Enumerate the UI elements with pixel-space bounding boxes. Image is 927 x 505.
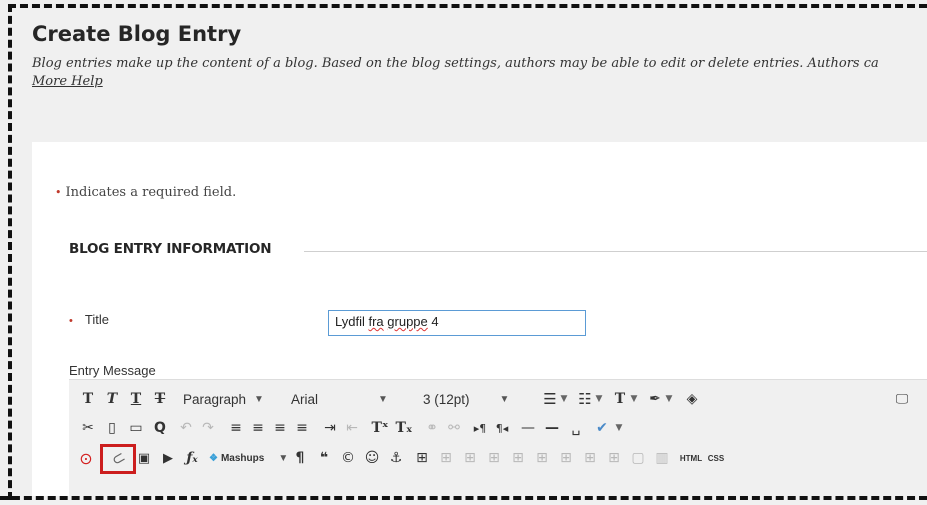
main-content: Create Blog Entry Blog entries make up t… bbox=[14, 10, 927, 496]
strikethrough-button[interactable]: T bbox=[149, 388, 171, 410]
italic-button[interactable]: T bbox=[101, 388, 123, 410]
paragraph-dropdown[interactable]: Paragraph ▼ bbox=[183, 388, 264, 410]
add-content-icon[interactable]: ⊙ bbox=[75, 447, 97, 469]
copy-icon[interactable]: ▯ bbox=[101, 417, 123, 439]
required-marker: • bbox=[55, 186, 62, 199]
align-right-icon[interactable]: ≡ bbox=[269, 417, 291, 439]
outdent-icon[interactable]: ⇤ bbox=[341, 417, 363, 439]
title-input[interactable]: Lydfil fra gruppe 4 bbox=[328, 310, 586, 336]
attach-file-highlight bbox=[100, 444, 136, 474]
required-note: • Indicates a required field. bbox=[55, 185, 236, 200]
media-icon[interactable]: ▶ bbox=[157, 447, 179, 469]
split-cells-icon[interactable]: ▢ bbox=[627, 447, 649, 469]
page-title: Create Blog Entry bbox=[32, 22, 242, 46]
mashups-icon: ❖ bbox=[209, 452, 218, 464]
undo-icon[interactable]: ↶ bbox=[175, 417, 197, 439]
table-cell-props-icon[interactable]: ⊞ bbox=[459, 447, 481, 469]
superscript-icon[interactable]: Tˣ bbox=[369, 417, 391, 439]
chevron-down-icon[interactable]: ▼ bbox=[558, 388, 570, 410]
dashed-border-top bbox=[8, 4, 927, 8]
chevron-down-icon[interactable]: ▼ bbox=[593, 388, 605, 410]
emoticon-icon[interactable]: ☺ bbox=[361, 447, 383, 469]
dashed-border-bottom bbox=[0, 496, 927, 500]
paragraph-mark-icon[interactable]: ¶ bbox=[289, 447, 311, 469]
preview-icon[interactable]: 🖵 bbox=[891, 388, 913, 410]
chevron-down-icon: ▼ bbox=[378, 393, 388, 405]
delete-col-icon[interactable]: ⊞ bbox=[603, 447, 625, 469]
insert-col-before-icon[interactable]: ⊞ bbox=[555, 447, 577, 469]
font-size-dropdown-label: 3 (12pt) bbox=[423, 391, 470, 407]
page-description: Blog entries make up the content of a bl… bbox=[32, 56, 879, 71]
required-note-text: Indicates a required field. bbox=[65, 185, 237, 200]
rtl-icon[interactable]: ¶◂ bbox=[491, 417, 513, 439]
required-marker: • bbox=[69, 315, 73, 327]
title-value-part: 4 bbox=[427, 314, 439, 329]
delete-row-icon[interactable]: ⊞ bbox=[531, 447, 553, 469]
blockquote-icon[interactable]: ❝ bbox=[313, 447, 335, 469]
justify-icon[interactable]: ≡ bbox=[291, 417, 313, 439]
chevron-down-icon[interactable]: ▼ bbox=[613, 417, 625, 439]
font-dropdown-label: Arial bbox=[291, 391, 319, 407]
editor-toolbar: T T T T Paragraph ▼ Arial ▼ 3 (12pt) ▼ ☰ ▼ … bbox=[69, 379, 927, 496]
dashed-border-left bbox=[8, 4, 12, 500]
merge-cells-icon[interactable]: ▥ bbox=[651, 447, 673, 469]
clear-format-icon[interactable]: ◈ bbox=[681, 388, 703, 410]
redo-icon[interactable]: ↷ bbox=[197, 417, 219, 439]
insert-table-icon[interactable]: ⊞ bbox=[411, 447, 433, 469]
cut-icon[interactable]: ✂ bbox=[77, 417, 99, 439]
css-button[interactable]: CSS bbox=[705, 447, 727, 469]
math-formula-icon[interactable]: ƒₓ bbox=[181, 447, 203, 469]
chevron-down-icon: ▼ bbox=[254, 393, 264, 405]
insert-row-after-icon[interactable]: ⊞ bbox=[507, 447, 529, 469]
more-help-link[interactable]: More Help bbox=[32, 74, 103, 89]
entry-message-label: Entry Message bbox=[69, 363, 156, 378]
insert-row-before-icon[interactable]: ⊞ bbox=[483, 447, 505, 469]
indent-icon[interactable]: ⇥ bbox=[319, 417, 341, 439]
horizontal-rule-icon[interactable]: — bbox=[517, 417, 539, 439]
section-title: BLOG ENTRY INFORMATION bbox=[69, 241, 272, 257]
insert-col-after-icon[interactable]: ⊞ bbox=[579, 447, 601, 469]
font-size-dropdown[interactable]: 3 (12pt) ▼ bbox=[423, 388, 509, 410]
paragraph-dropdown-label: Paragraph bbox=[183, 391, 247, 407]
title-value-misspelled: gruppe bbox=[387, 314, 428, 329]
html-button[interactable]: HTML bbox=[677, 447, 705, 469]
title-value-part: Lydfil bbox=[335, 314, 369, 329]
title-label: • Title bbox=[69, 312, 109, 327]
title-label-text: Title bbox=[84, 312, 109, 327]
image-icon[interactable]: ▣ bbox=[133, 447, 155, 469]
chevron-down-icon[interactable]: ▼ bbox=[663, 388, 675, 410]
subscript-icon[interactable]: Tₓ bbox=[393, 417, 415, 439]
underline-button[interactable]: T bbox=[125, 388, 147, 410]
title-value-misspelled: fra bbox=[368, 314, 384, 329]
anchor-icon[interactable]: ⚓ bbox=[385, 447, 407, 469]
align-left-icon[interactable]: ≡ bbox=[225, 417, 247, 439]
unlink-icon[interactable]: ⚯ bbox=[443, 417, 465, 439]
mashups-dropdown-label: Mashups bbox=[220, 452, 265, 464]
table-row-props-icon[interactable]: ⊞ bbox=[435, 447, 457, 469]
section-divider bbox=[304, 251, 927, 252]
paste-icon[interactable]: ▭ bbox=[125, 417, 147, 439]
ltr-icon[interactable]: ▸¶ bbox=[469, 417, 491, 439]
spellcheck-icon[interactable]: ✔ bbox=[591, 417, 613, 439]
chevron-down-icon: ▼ bbox=[278, 452, 289, 464]
link-icon[interactable]: ⚭ bbox=[421, 417, 443, 439]
form-panel: • Indicates a required field. BLOG ENTRY … bbox=[32, 142, 927, 496]
chevron-down-icon: ▼ bbox=[499, 393, 510, 405]
bold-button[interactable]: T bbox=[77, 388, 99, 410]
align-center-icon[interactable]: ≡ bbox=[247, 417, 269, 439]
mashups-dropdown[interactable]: ❖ Mashups ▼ bbox=[209, 447, 288, 469]
find-icon[interactable]: Q bbox=[149, 417, 171, 439]
font-dropdown[interactable]: Arial ▼ bbox=[291, 388, 388, 410]
horizontal-line-icon[interactable]: — bbox=[541, 417, 563, 439]
chevron-down-icon[interactable]: ▼ bbox=[628, 388, 640, 410]
nbsp-icon[interactable]: ␣ bbox=[565, 417, 587, 439]
special-char-icon[interactable]: © bbox=[337, 447, 359, 469]
